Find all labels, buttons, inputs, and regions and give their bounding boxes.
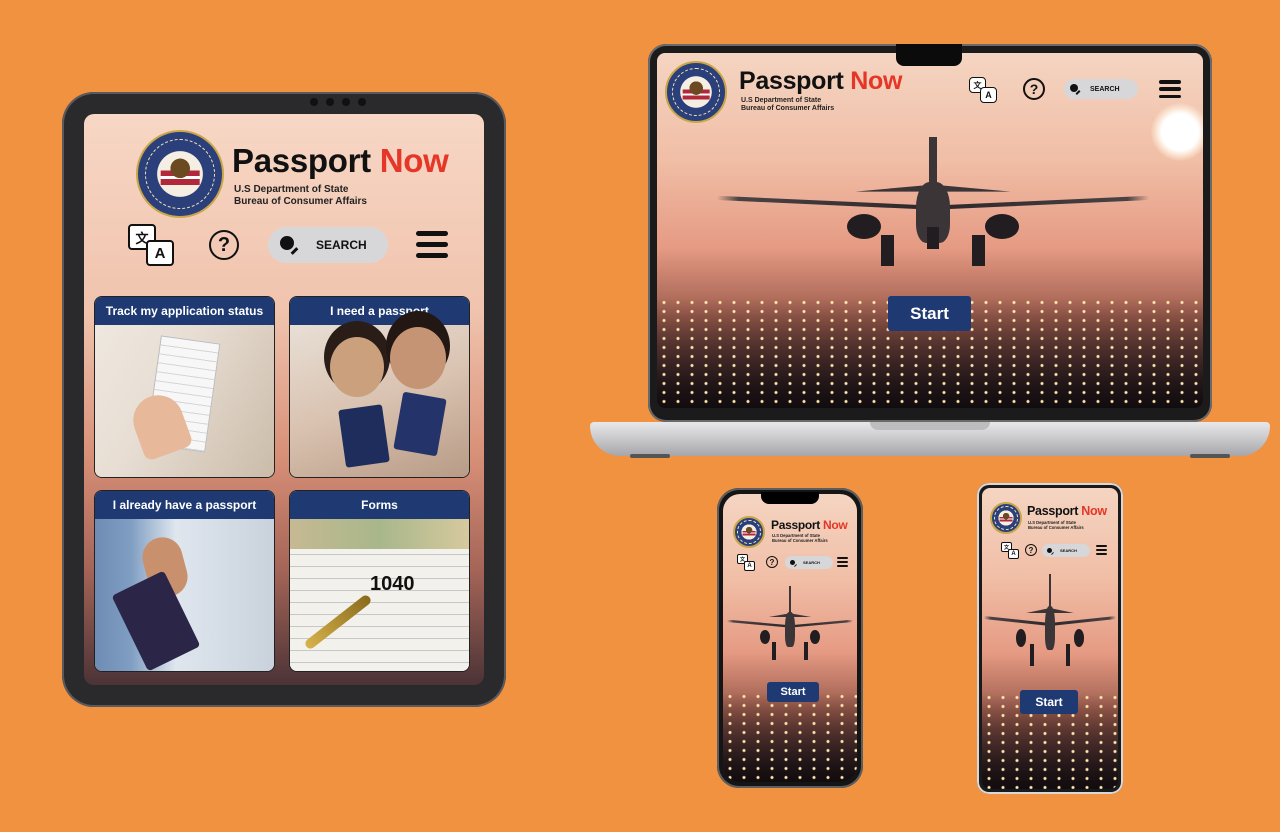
laptop-device: Passport Now U.S Department of State Bur… [648, 44, 1212, 422]
translate-glyph-2: A [1008, 549, 1019, 559]
tablet-device: Passport Now U.S Department of State Bur… [62, 92, 506, 707]
translate-glyph-2: A [744, 561, 755, 571]
help-glyph: ? [217, 233, 231, 256]
airplane-image [984, 574, 1116, 674]
help-glyph: ? [769, 557, 775, 567]
search-icon [1047, 547, 1053, 554]
tablet-camera [310, 98, 380, 108]
card-have-passport[interactable]: I already have a passport [94, 490, 275, 672]
search-button[interactable]: SEARCH [785, 556, 833, 569]
hamburger-menu-icon[interactable] [1159, 80, 1181, 98]
runway-lights [723, 692, 857, 782]
phone-notch [761, 492, 819, 504]
search-label: SEARCH [316, 238, 367, 252]
airplane-image [727, 586, 853, 666]
translate-glyph-2: A [146, 240, 174, 266]
card-label: Track my application status [95, 297, 274, 325]
form-number-text: 1040 [370, 573, 415, 595]
card-need-passport[interactable]: I need a passport [289, 296, 470, 478]
help-icon[interactable]: ? [209, 230, 239, 260]
search-icon [790, 559, 796, 566]
help-icon[interactable]: ? [1025, 544, 1037, 556]
translate-icon[interactable]: 文 A [969, 77, 999, 105]
card-label: Forms [290, 491, 469, 519]
brand-title-main: Passport [771, 518, 820, 532]
search-icon [1070, 84, 1080, 94]
laptop-base [590, 422, 1270, 458]
card-forms[interactable]: Forms 1040 [289, 490, 470, 672]
sun-glow [1151, 103, 1203, 161]
brand-subtitle: U.S Department of State Bureau of Consum… [741, 97, 834, 113]
laptop-camera-notch [896, 44, 962, 66]
phone-screen: Passport Now U.S Department of State Bur… [723, 494, 857, 782]
search-label: SEARCH [1060, 548, 1077, 553]
help-icon[interactable]: ? [766, 556, 778, 568]
brand-subtitle: U.S Department of State Bureau of Consum… [234, 184, 367, 207]
translate-icon[interactable]: 文 A [1001, 542, 1021, 560]
bureau-text: Bureau of Consumer Affairs [1028, 524, 1084, 530]
department-text: U.S Department of State [741, 97, 822, 104]
brand-title: Passport Now [1027, 504, 1107, 518]
brand-title-accent: Now [379, 142, 449, 179]
card-image-tax-forms: 1040 [290, 519, 469, 671]
department-text: U.S Department of State [234, 184, 349, 195]
card-image-family-passports [290, 325, 469, 477]
brand-title-main: Passport [1027, 504, 1079, 518]
start-button[interactable]: Start [767, 682, 819, 702]
brand-title-main: Passport [739, 67, 844, 95]
brand-title-main: Passport [232, 142, 371, 179]
bureau-text: Bureau of Consumer Affairs [234, 195, 367, 207]
help-glyph: ? [1029, 81, 1039, 97]
brand-title-accent: Now [823, 518, 848, 532]
search-icon [280, 236, 298, 254]
brand-subtitle: U.S Department of State Bureau of Consum… [772, 533, 828, 544]
help-icon[interactable]: ? [1023, 78, 1045, 100]
start-button[interactable]: Start [1020, 690, 1078, 714]
help-glyph: ? [1028, 545, 1034, 555]
phone-device-1: Passport Now U.S Department of State Bur… [717, 488, 863, 788]
translate-icon[interactable]: 文 A [737, 554, 757, 572]
card-image-hand-passport [95, 519, 274, 671]
card-label: I need a passport [290, 297, 469, 325]
laptop-screen: Passport Now U.S Department of State Bur… [657, 53, 1203, 408]
brand-title-accent: Now [850, 67, 903, 95]
card-label: I already have a passport [95, 491, 274, 519]
brand-title: Passport Now [771, 518, 848, 532]
search-button[interactable]: SEARCH [1042, 544, 1090, 557]
state-department-seal-logo[interactable] [136, 130, 224, 218]
search-button[interactable]: SEARCH [1064, 79, 1138, 99]
brand-title: Passport Now [232, 142, 449, 180]
state-department-seal-logo[interactable] [733, 516, 765, 548]
tablet-screen: Passport Now U.S Department of State Bur… [84, 114, 484, 685]
translate-icon[interactable]: 文 A [128, 224, 176, 268]
airplane-image [717, 137, 1149, 277]
brand-subtitle: U.S Department of State Bureau of Consum… [1028, 520, 1084, 531]
card-track-status[interactable]: Track my application status [94, 296, 275, 478]
state-department-seal-logo[interactable] [665, 61, 727, 123]
phone-screen: Passport Now U.S Department of State Bur… [982, 488, 1118, 789]
start-button[interactable]: Start [888, 296, 971, 331]
search-label: SEARCH [1090, 85, 1120, 93]
bureau-text: Bureau of Consumer Affairs [772, 537, 828, 543]
state-department-seal-logo[interactable] [990, 502, 1022, 534]
card-image-signing-document [95, 325, 274, 477]
search-label: SEARCH [803, 560, 820, 565]
hamburger-menu-icon[interactable] [416, 231, 448, 258]
brand-title: Passport Now [739, 67, 902, 96]
hamburger-menu-icon[interactable] [1096, 545, 1107, 555]
translate-glyph-2: A [980, 87, 997, 103]
hamburger-menu-icon[interactable] [837, 557, 848, 567]
search-button[interactable]: SEARCH [268, 227, 388, 263]
bureau-text: Bureau of Consumer Affairs [741, 105, 835, 113]
brand-title-accent: Now [1081, 504, 1107, 518]
phone-device-2: Passport Now U.S Department of State Bur… [977, 483, 1123, 794]
